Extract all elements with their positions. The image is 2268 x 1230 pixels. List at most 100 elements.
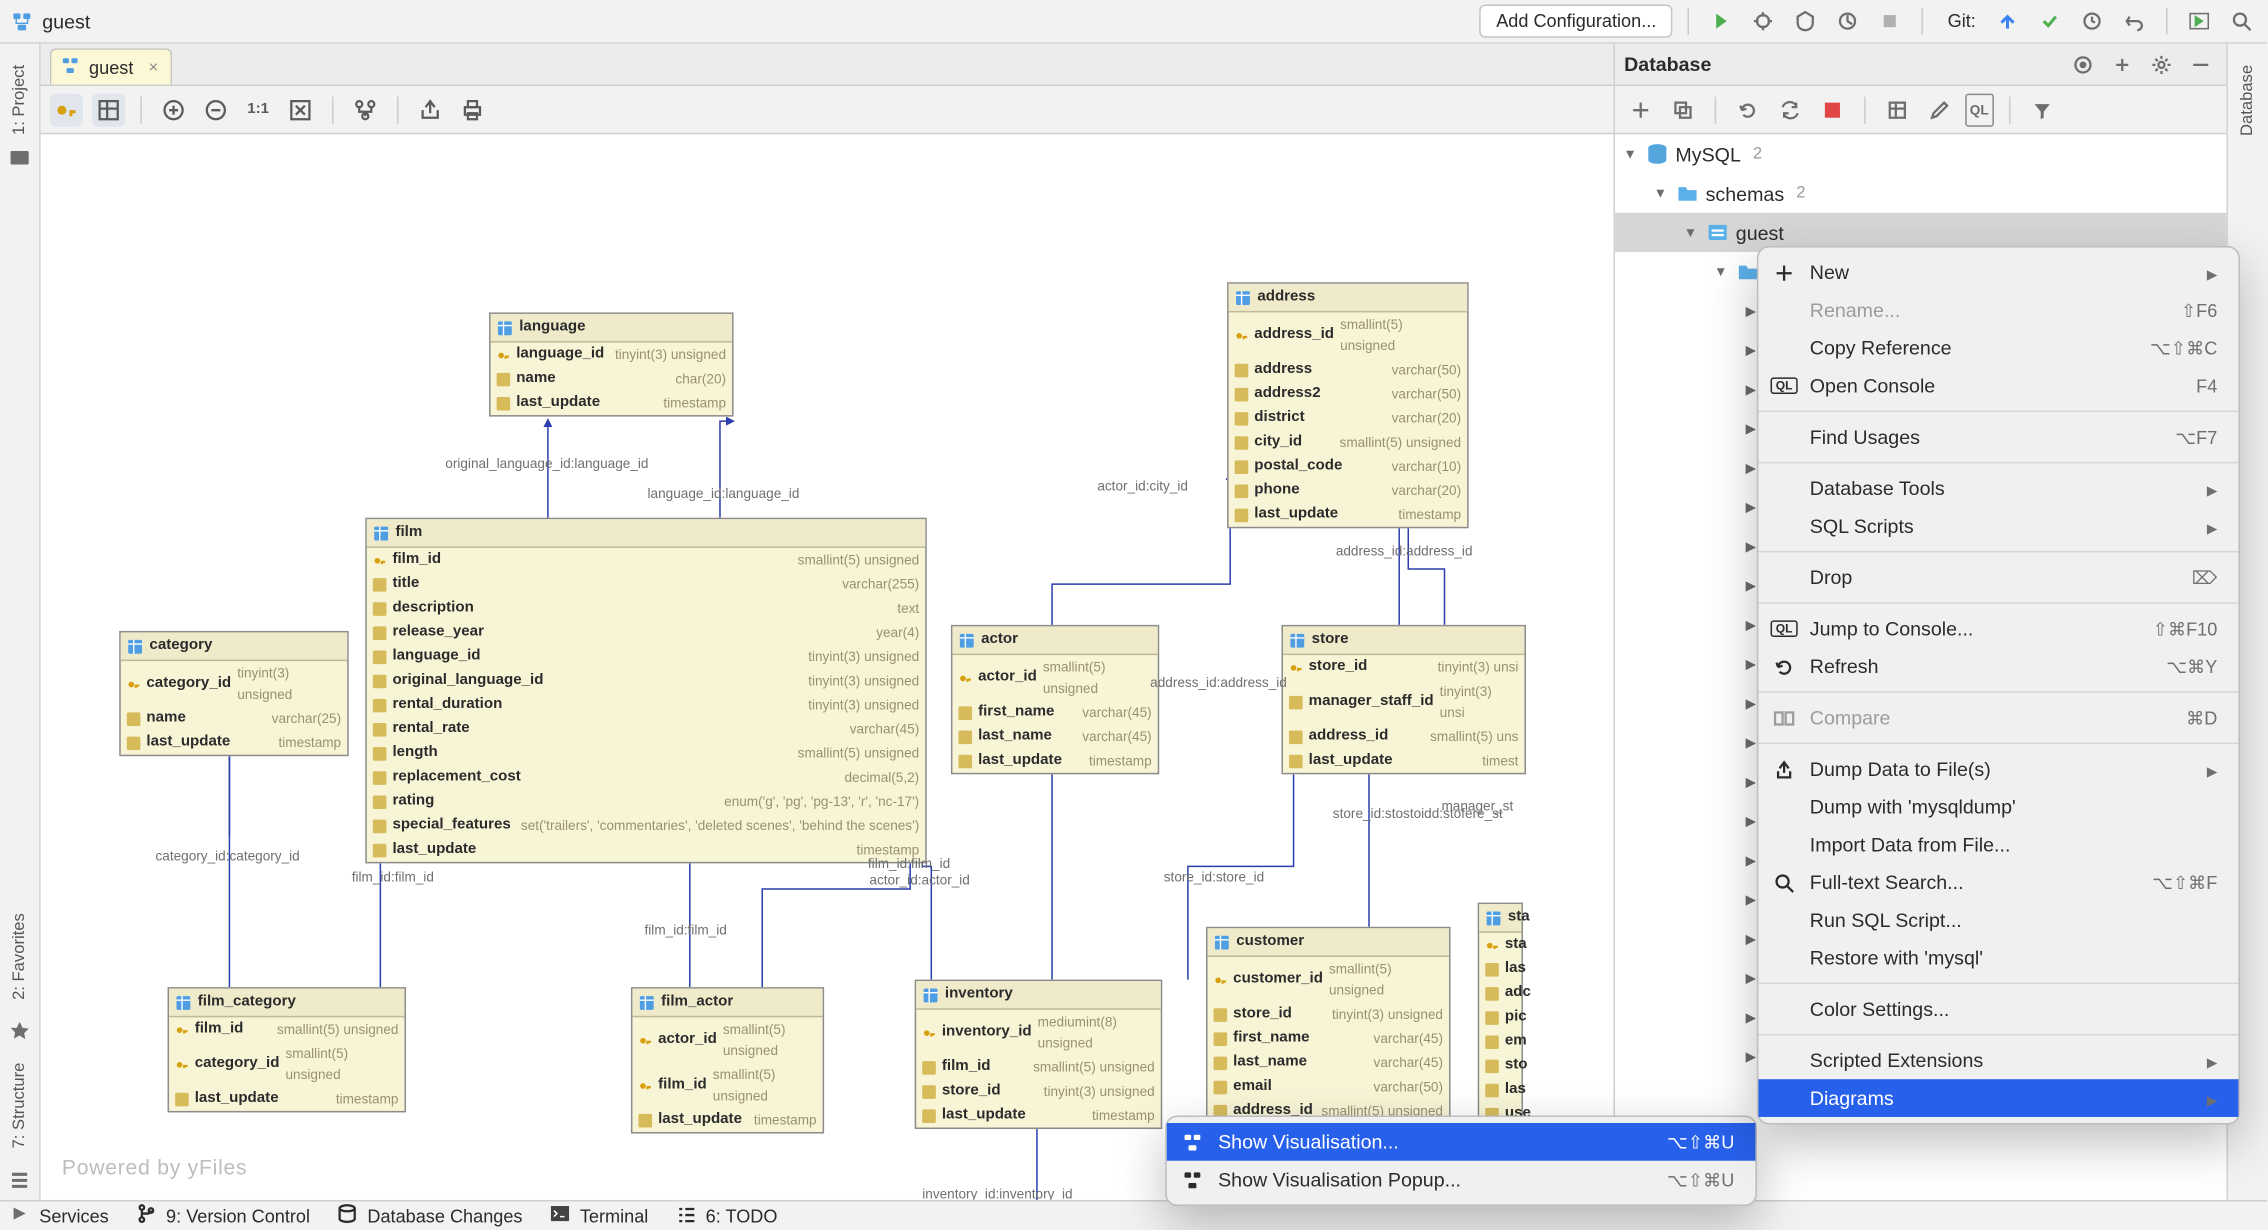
menu-item[interactable]: Show Visualisation Popup...⌥⇧⌘U xyxy=(1167,1161,1756,1199)
tool-project[interactable]: 1: Project xyxy=(11,44,29,156)
export-icon[interactable] xyxy=(414,93,447,126)
menu-item[interactable]: Compare⌘D xyxy=(1758,699,2238,737)
menu-item[interactable]: QLOpen ConsoleF4 xyxy=(1758,367,2238,405)
menu-item[interactable]: Database Tools xyxy=(1758,469,2238,507)
tree-row[interactable]: MySQL2 xyxy=(1615,134,2226,173)
tool-structure[interactable]: 7: Structure xyxy=(11,1042,29,1170)
menu-item[interactable]: Scripted Extensions xyxy=(1758,1041,2238,1079)
table-column: language_idtinyint(3) unsigned xyxy=(367,645,925,669)
table-view-icon[interactable] xyxy=(1881,93,1914,126)
status-terminal[interactable]: Terminal xyxy=(550,1203,649,1229)
table-address[interactable]: addressaddress_idsmallint(5) unsignedadd… xyxy=(1227,282,1469,528)
edge-label: actor_id:actor_id xyxy=(869,872,969,887)
grid-icon[interactable] xyxy=(92,93,125,126)
breadcrumb[interactable]: guest xyxy=(42,10,90,33)
tab-guest-diagram[interactable]: guest × xyxy=(50,48,172,84)
table-column: lengthsmallint(5) unsigned xyxy=(367,741,925,765)
debug-icon[interactable] xyxy=(1747,5,1780,38)
status-db-changes[interactable]: Database Changes xyxy=(337,1203,522,1229)
table-header: film_category xyxy=(169,989,404,1018)
menu-item[interactable]: Dump Data to File(s) xyxy=(1758,750,2238,788)
table-column: release_yearyear(4) xyxy=(367,620,925,644)
coverage-icon[interactable] xyxy=(1789,5,1822,38)
menu-item[interactable]: Drop⌦ xyxy=(1758,558,2238,596)
update-project-icon[interactable] xyxy=(1991,5,2024,38)
hide-icon[interactable] xyxy=(2184,48,2217,81)
table-film[interactable]: filmfilm_idsmallint(5) unsignedtitlevarc… xyxy=(365,518,926,864)
table-inventory[interactable]: inventoryinventory_idmediumint(8) unsign… xyxy=(915,980,1163,1129)
table-film_actor[interactable]: film_actoractor_idsmallint(5) unsignedfi… xyxy=(631,987,824,1133)
filter-icon[interactable] xyxy=(2025,93,2058,126)
fit-content-icon[interactable] xyxy=(284,93,317,126)
tool-favorites[interactable]: 2: Favorites xyxy=(11,892,29,1021)
menu-item[interactable]: QLJump to Console...⇧⌘F10 xyxy=(1758,610,2238,648)
layout-icon[interactable] xyxy=(349,93,382,126)
add-icon[interactable] xyxy=(1624,93,1657,126)
collapse-icon[interactable] xyxy=(2106,48,2139,81)
profile-icon[interactable] xyxy=(1831,5,1864,38)
edge-label: film_id:film_id xyxy=(645,922,727,937)
menu-item[interactable]: Find Usages⌥F7 xyxy=(1758,418,2238,456)
revert-icon[interactable] xyxy=(2118,5,2151,38)
duplicate-icon[interactable] xyxy=(1666,93,1699,126)
table-column: manager_staff_idtinyint(3) unsi xyxy=(1283,679,1525,724)
search-everywhere-icon[interactable] xyxy=(2225,5,2258,38)
table-column: last_namevarchar(45) xyxy=(1208,1051,1450,1075)
table-column: first_namevarchar(45) xyxy=(1208,1026,1450,1050)
gear-icon[interactable] xyxy=(2145,48,2178,81)
menu-item[interactable]: Refresh⌥⌘Y xyxy=(1758,648,2238,686)
menu-item[interactable]: Restore with 'mysql' xyxy=(1758,939,2238,977)
table-column: first_namevarchar(45) xyxy=(952,700,1157,724)
menu-item[interactable]: Copy Reference⌥⇧⌘C xyxy=(1758,329,2238,367)
menu-item[interactable]: Dump with 'mysqldump' xyxy=(1758,788,2238,826)
menu-item[interactable]: Show Visualisation...⌥⇧⌘U xyxy=(1167,1123,1756,1161)
table-store[interactable]: storestore_idtinyint(3) unsimanager_staf… xyxy=(1281,625,1526,774)
zoom-out-icon[interactable] xyxy=(199,93,232,126)
status-services[interactable]: Services xyxy=(9,1203,109,1229)
print-icon[interactable] xyxy=(456,93,489,126)
sync-icon[interactable] xyxy=(1774,93,1807,126)
stop-red-icon[interactable] xyxy=(1816,93,1849,126)
table-language[interactable]: languagelanguage_idtinyint(3) unsignedna… xyxy=(489,312,734,416)
menu-item[interactable]: Color Settings... xyxy=(1758,990,2238,1028)
table-header: inventory xyxy=(916,981,1161,1010)
stop-icon[interactable] xyxy=(1874,5,1907,38)
status-todo[interactable]: 6: TODO xyxy=(675,1203,777,1229)
run-icon[interactable] xyxy=(1705,5,1738,38)
menu-item[interactable]: Run SQL Script... xyxy=(1758,901,2238,939)
table-header: sta xyxy=(1479,904,1521,933)
ql-icon[interactable]: QL xyxy=(1965,93,1993,126)
menu-item[interactable]: Full-text Search...⌥⇧⌘F xyxy=(1758,863,2238,901)
table-actor[interactable]: actoractor_idsmallint(5) unsignedfirst_n… xyxy=(951,625,1159,774)
menu-item[interactable]: SQL Scripts xyxy=(1758,507,2238,545)
todo-icon xyxy=(675,1203,696,1229)
table-column: last_updatetimestamp xyxy=(121,731,347,755)
menu-item[interactable]: Import Data from File... xyxy=(1758,826,2238,864)
ide-run-anything-icon[interactable] xyxy=(2183,5,2216,38)
close-icon[interactable]: × xyxy=(148,58,158,76)
commit-icon[interactable] xyxy=(2033,5,2066,38)
vcs-label: Git: xyxy=(1939,11,1982,32)
table-category[interactable]: categorycategory_idtinyint(3) unsignedna… xyxy=(119,631,348,756)
table-column: sto xyxy=(1479,1054,1521,1078)
menu-item[interactable]: New xyxy=(1758,254,2238,292)
tool-database[interactable]: Database xyxy=(2238,44,2256,151)
status-vcs[interactable]: 9: Version Control xyxy=(136,1203,310,1229)
branch-icon xyxy=(136,1203,157,1229)
table-column: last_updatetimestamp xyxy=(491,391,733,415)
target-icon[interactable] xyxy=(2066,48,2099,81)
key-columns-icon[interactable] xyxy=(50,93,83,126)
table-column: city_idsmallint(5) unsigned xyxy=(1229,430,1467,454)
menu-item[interactable]: Diagrams xyxy=(1758,1079,2238,1117)
run-config-selector[interactable]: Add Configuration... xyxy=(1480,5,1673,38)
tree-row[interactable]: schemas2 xyxy=(1615,174,2226,213)
actual-size-icon[interactable]: 1:1 xyxy=(242,93,275,126)
table-column: last_updatetimestamp xyxy=(916,1103,1161,1127)
table-film_category[interactable]: film_categoryfilm_idsmallint(5) unsigned… xyxy=(168,987,406,1112)
table-column: inventory_idmediumint(8) unsigned xyxy=(916,1010,1161,1055)
edit-icon[interactable] xyxy=(1923,93,1956,126)
history-icon[interactable] xyxy=(2075,5,2108,38)
zoom-in-icon[interactable] xyxy=(157,93,190,126)
refresh-icon[interactable] xyxy=(1731,93,1764,126)
menu-item[interactable]: Rename...⇧F6 xyxy=(1758,291,2238,329)
